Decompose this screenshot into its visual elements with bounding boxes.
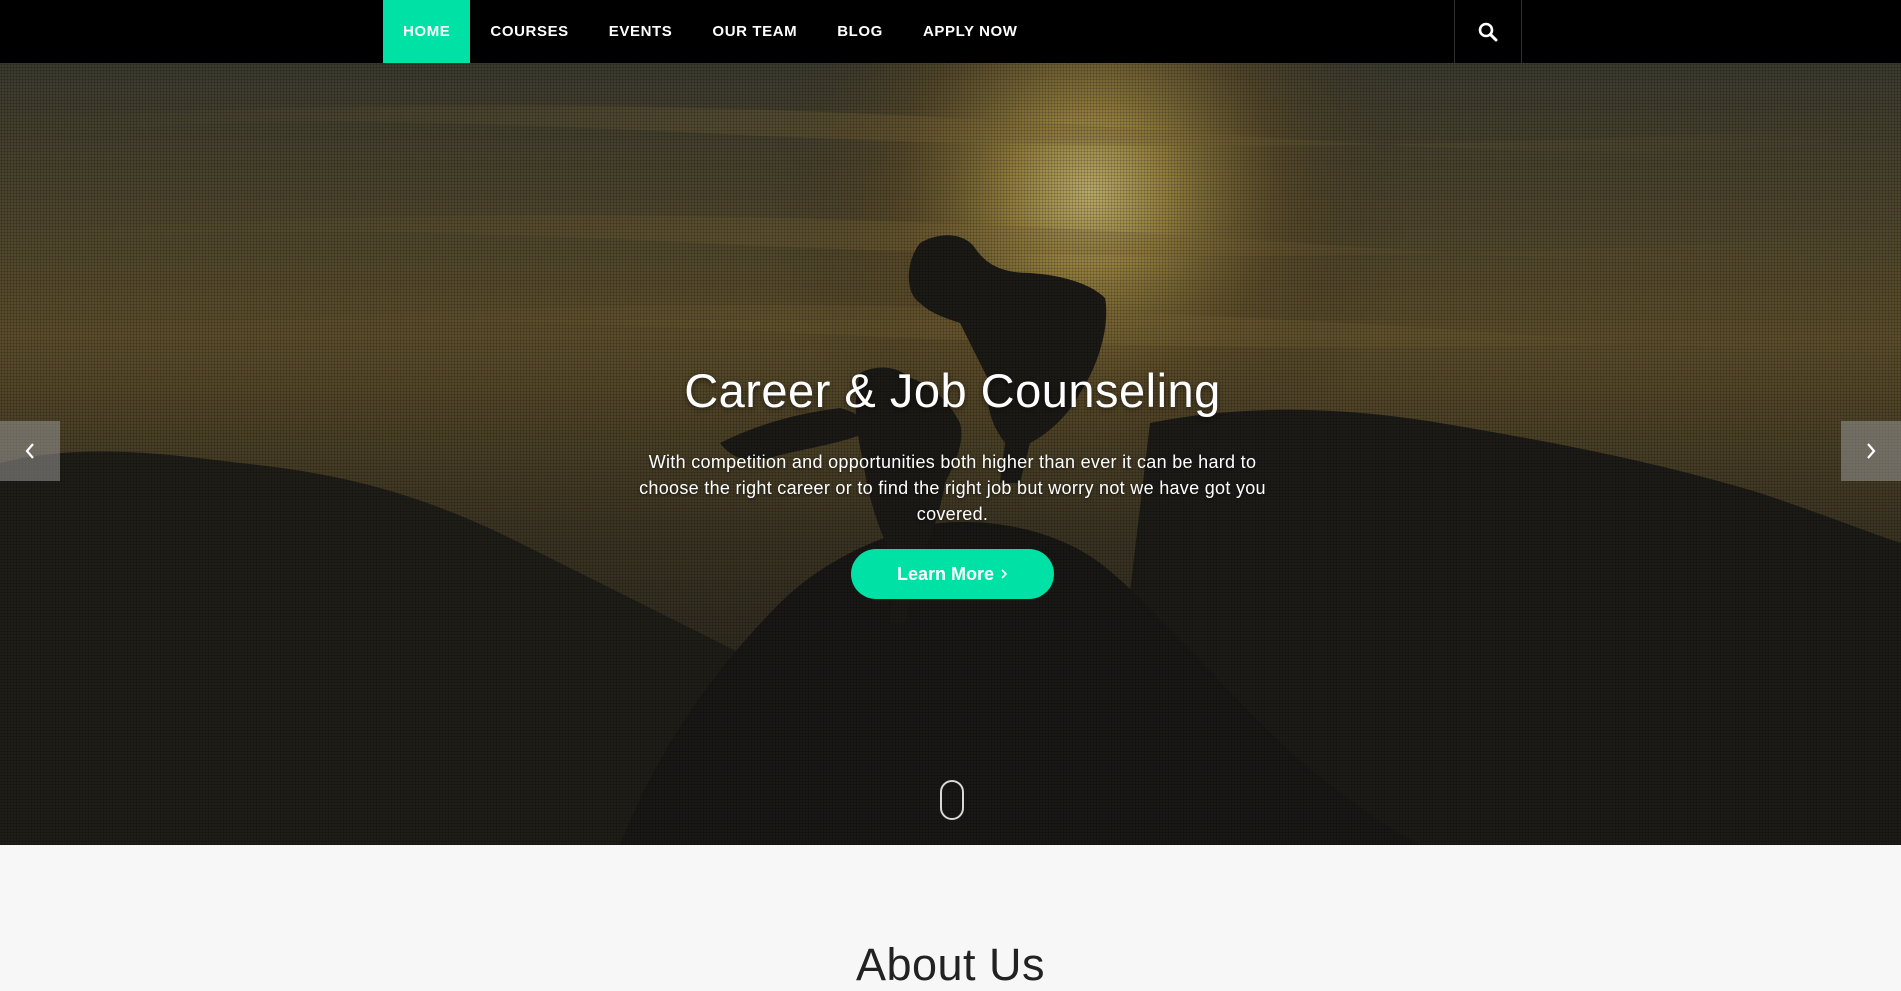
- hero-title: Career & Job Counseling: [684, 364, 1221, 417]
- nav-item-courses[interactable]: COURSES: [470, 0, 588, 63]
- chevron-right-icon: [1867, 443, 1876, 459]
- top-navbar: HOME COURSES EVENTS OUR TEAM BLOG APPLY …: [0, 0, 1901, 63]
- search-button[interactable]: [1454, 0, 1522, 63]
- hero-slider: Career & Job Counseling With competition…: [0, 63, 1901, 845]
- nav-item-our-team[interactable]: OUR TEAM: [692, 0, 817, 63]
- mouse-scroll-icon[interactable]: [940, 780, 964, 820]
- learn-more-button[interactable]: Learn More: [851, 549, 1054, 600]
- chevron-left-icon: [25, 443, 34, 459]
- learn-more-label: Learn More: [896, 563, 995, 584]
- nav-item-blog[interactable]: BLOG: [817, 0, 903, 63]
- hero-description: With competition and opportunities both …: [639, 452, 1266, 525]
- main-menu: HOME COURSES EVENTS OUR TEAM BLOG APPLY …: [383, 0, 1038, 63]
- nav-item-events[interactable]: EVENTS: [589, 0, 693, 63]
- nav-item-apply-now[interactable]: APPLY NOW: [903, 0, 1038, 63]
- about-title: About Us: [855, 939, 1046, 990]
- nav-item-home[interactable]: HOME: [383, 0, 471, 63]
- chevron-right-icon: [1001, 569, 1008, 579]
- hero-caption: Career & Job Counseling With competition…: [600, 363, 1305, 600]
- search-icon: [1478, 22, 1498, 41]
- slider-prev-button[interactable]: [0, 421, 60, 481]
- about-section: About Us: [0, 845, 1901, 990]
- slider-next-button[interactable]: [1841, 421, 1901, 481]
